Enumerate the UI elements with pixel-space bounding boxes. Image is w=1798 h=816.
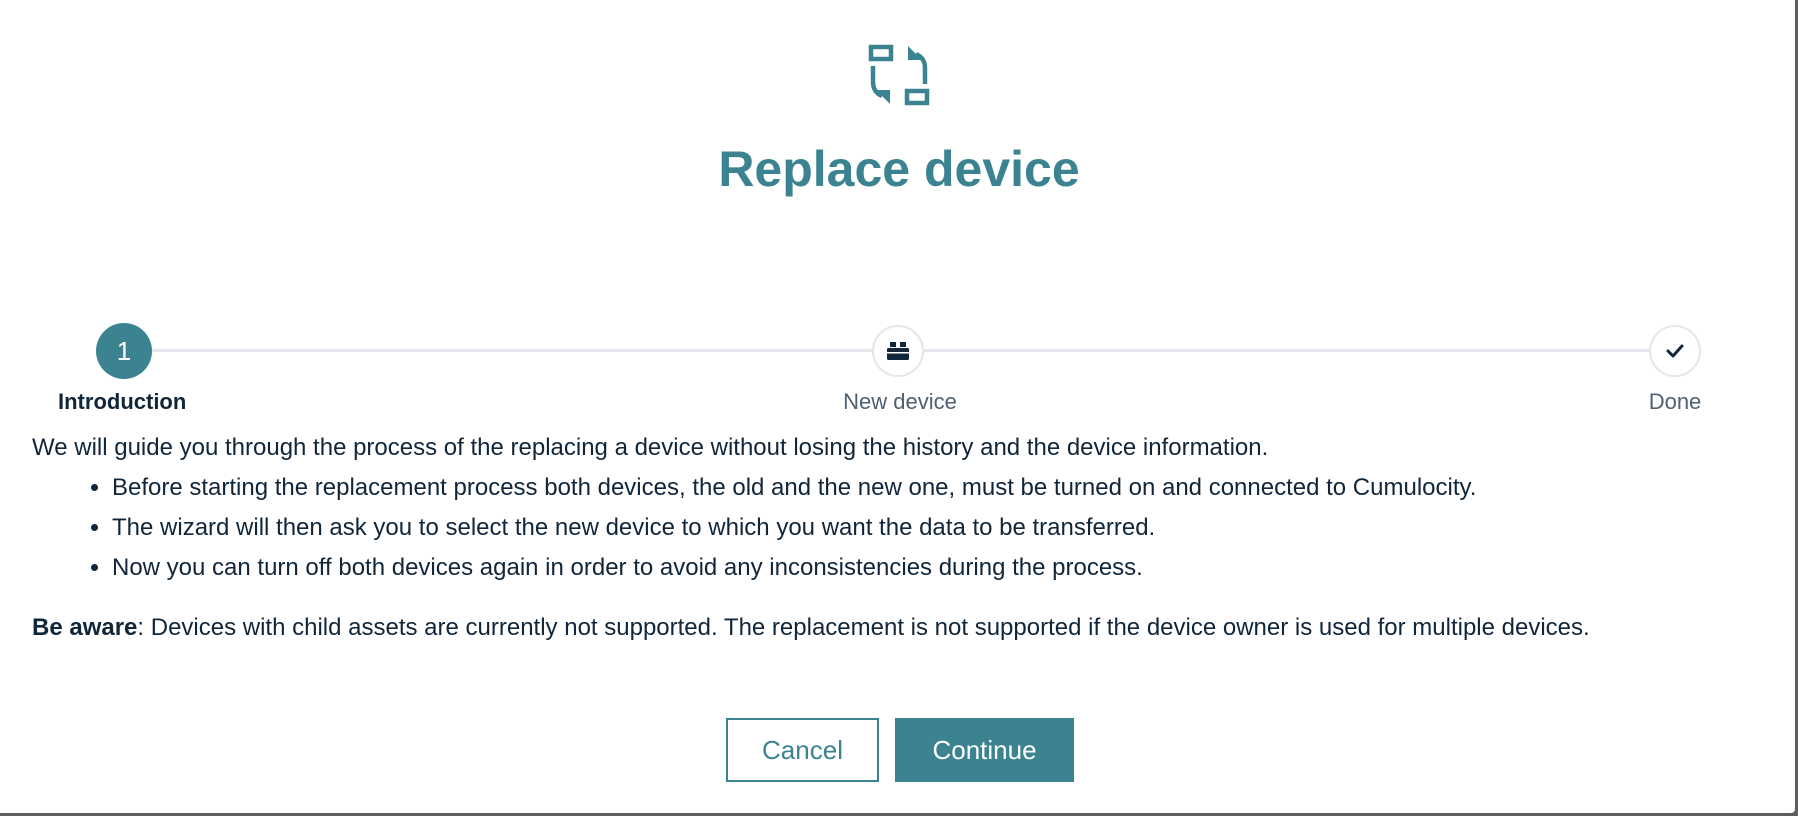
replace-device-dialog: Replace device 1 Introduction New device…	[0, 0, 1795, 813]
device-icon	[887, 342, 909, 360]
step-done-label: Done	[1648, 389, 1702, 414]
intro-text: We will guide you through the process of…	[32, 434, 1269, 461]
step-new-device-label: New device	[843, 389, 957, 414]
step-introduction-indicator: 1	[96, 323, 152, 379]
dialog-title: Replace device	[718, 141, 1080, 197]
step-done-indicator	[1649, 325, 1701, 377]
step-new-device-indicator	[872, 325, 924, 377]
check-icon	[1666, 344, 1684, 358]
cancel-button[interactable]: Cancel	[726, 718, 879, 782]
replace-device-icon	[866, 42, 932, 108]
list-item: Now you can turn off both devices again …	[112, 548, 1772, 588]
step-number: 1	[116, 335, 132, 366]
warning-label: Be aware	[32, 614, 138, 641]
continue-button[interactable]: Continue	[895, 718, 1074, 782]
list-item: The wizard will then ask you to select t…	[112, 508, 1772, 548]
dialog-actions: Cancel Continue	[726, 718, 1074, 782]
warning-text: Be aware: Devices with child assets are …	[32, 608, 1772, 648]
instruction-list: Before starting the replacement process …	[32, 468, 1772, 588]
list-item: Before starting the replacement process …	[112, 468, 1772, 508]
warning-message: : Devices with child assets are currentl…	[137, 614, 1590, 641]
step-introduction-label: Introduction	[58, 389, 187, 414]
introduction-content: We will guide you through the process of…	[32, 428, 1772, 648]
